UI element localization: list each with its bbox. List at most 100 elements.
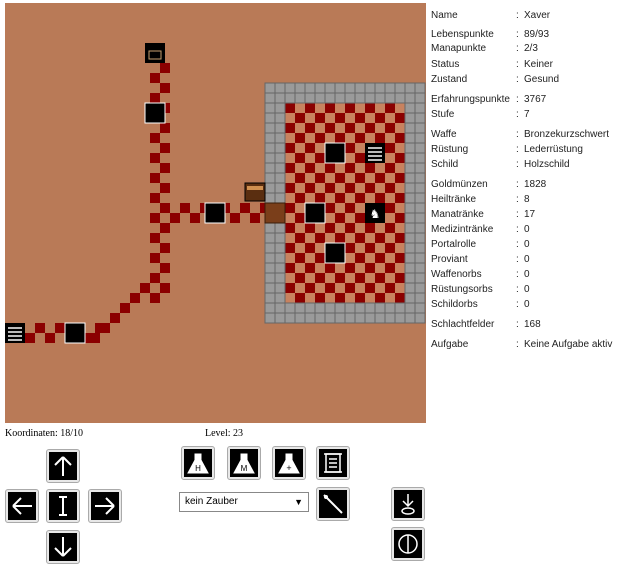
floor-tile xyxy=(325,223,335,233)
floor-tile xyxy=(385,143,395,153)
floor-tile xyxy=(305,263,315,273)
wall-brick xyxy=(354,82,366,94)
wall-brick xyxy=(384,82,396,94)
path-tile xyxy=(55,323,65,333)
path-tile xyxy=(150,193,160,203)
wall-brick xyxy=(284,302,296,314)
floor-tile xyxy=(365,123,375,133)
floor-tile xyxy=(395,223,405,233)
floor-tile xyxy=(375,113,385,123)
arrow-right-icon xyxy=(95,497,115,515)
floor-tile xyxy=(315,183,325,193)
wall-brick xyxy=(404,242,416,254)
floor-tile xyxy=(315,143,325,153)
medicine-potion-button[interactable]: + xyxy=(272,446,306,480)
heal-potion-button[interactable]: H xyxy=(181,446,215,480)
floor-tile xyxy=(365,133,375,143)
wall-brick xyxy=(274,152,286,164)
floor-tile xyxy=(375,233,385,243)
wall-brick xyxy=(294,82,306,94)
wall-brick xyxy=(314,302,326,314)
floor-tile xyxy=(285,223,295,233)
cast-spell-button[interactable] xyxy=(316,487,350,521)
stat-separator: : xyxy=(516,94,519,105)
path-tile xyxy=(150,153,160,163)
floor-tile xyxy=(315,103,325,113)
floor-tile xyxy=(355,293,365,303)
stat-value: Holzschild xyxy=(524,159,570,170)
floor-tile xyxy=(335,193,345,203)
floor-tile xyxy=(385,293,395,303)
wall-brick xyxy=(314,92,326,104)
floor-tile xyxy=(385,103,395,113)
floor-tile xyxy=(285,153,295,163)
mana-potion-button[interactable]: M xyxy=(227,446,261,480)
floor-tile xyxy=(385,233,395,243)
pickup-button[interactable] xyxy=(391,487,425,521)
floor-tile xyxy=(305,113,315,123)
wall-brick xyxy=(414,262,426,274)
game-map[interactable]: ♞ xyxy=(5,3,426,423)
path-tile xyxy=(150,293,160,303)
wall-brick xyxy=(264,192,276,204)
floor-tile xyxy=(335,263,345,273)
wall-brick xyxy=(404,82,416,94)
path-tile xyxy=(150,93,160,103)
stat-value: 3767 xyxy=(524,94,547,105)
floor-tile xyxy=(395,243,405,253)
floor-tile xyxy=(305,243,315,253)
move-up-button[interactable] xyxy=(46,449,80,483)
floor-tile xyxy=(295,113,305,123)
wall-brick xyxy=(364,302,376,314)
wall-brick xyxy=(264,152,276,164)
stat-label: Erfahrungspunkte xyxy=(431,94,510,105)
floor-tile xyxy=(295,253,305,263)
floor-tile xyxy=(375,163,385,173)
move-right-button[interactable] xyxy=(88,489,122,523)
floor-tile xyxy=(315,263,325,273)
floor-tile xyxy=(385,263,395,273)
floor-tile xyxy=(375,263,385,273)
move-down-button[interactable] xyxy=(46,530,80,564)
stat-value: 17 xyxy=(524,209,536,220)
floor-tile xyxy=(285,273,295,283)
floor-tile xyxy=(295,213,305,223)
wait-button[interactable] xyxy=(46,489,80,523)
floor-tile xyxy=(395,163,405,173)
pit-square xyxy=(204,202,226,224)
stat-value: Gesund xyxy=(524,74,560,85)
arrow-left-icon xyxy=(12,497,32,515)
stat-value: Lederrüstung xyxy=(524,144,583,155)
wall-brick xyxy=(404,212,416,224)
floor-tile xyxy=(325,183,335,193)
wall-brick xyxy=(404,112,416,124)
wall-brick xyxy=(404,262,416,274)
floor-tile xyxy=(365,223,375,233)
floor-tile xyxy=(315,233,325,243)
portal-scroll-button[interactable] xyxy=(316,446,350,480)
stat-value: 2/3 xyxy=(524,43,538,54)
move-left-button[interactable] xyxy=(5,489,39,523)
floor-tile xyxy=(325,293,335,303)
floor-tile xyxy=(355,283,365,293)
shield-action-button[interactable] xyxy=(391,527,425,561)
floor-tile xyxy=(315,293,325,303)
stat-value: 168 xyxy=(524,319,541,330)
floor-tile xyxy=(295,163,305,173)
floor-tile xyxy=(375,173,385,183)
floor-tile xyxy=(395,283,405,293)
wall-brick xyxy=(274,242,286,254)
wall-brick xyxy=(354,312,366,324)
floor-tile xyxy=(385,203,395,213)
arrow-up-icon xyxy=(54,456,72,476)
floor-tile xyxy=(295,223,305,233)
floor-tile xyxy=(325,203,335,213)
floor-tile xyxy=(355,263,365,273)
path-tile xyxy=(230,213,240,223)
floor-tile xyxy=(285,243,295,253)
wall-brick xyxy=(274,282,286,294)
floor-tile xyxy=(335,233,345,243)
path-tile xyxy=(45,333,55,343)
stat-separator: : xyxy=(516,10,519,21)
spell-select[interactable]: kein Zauber ▼ xyxy=(179,492,309,512)
